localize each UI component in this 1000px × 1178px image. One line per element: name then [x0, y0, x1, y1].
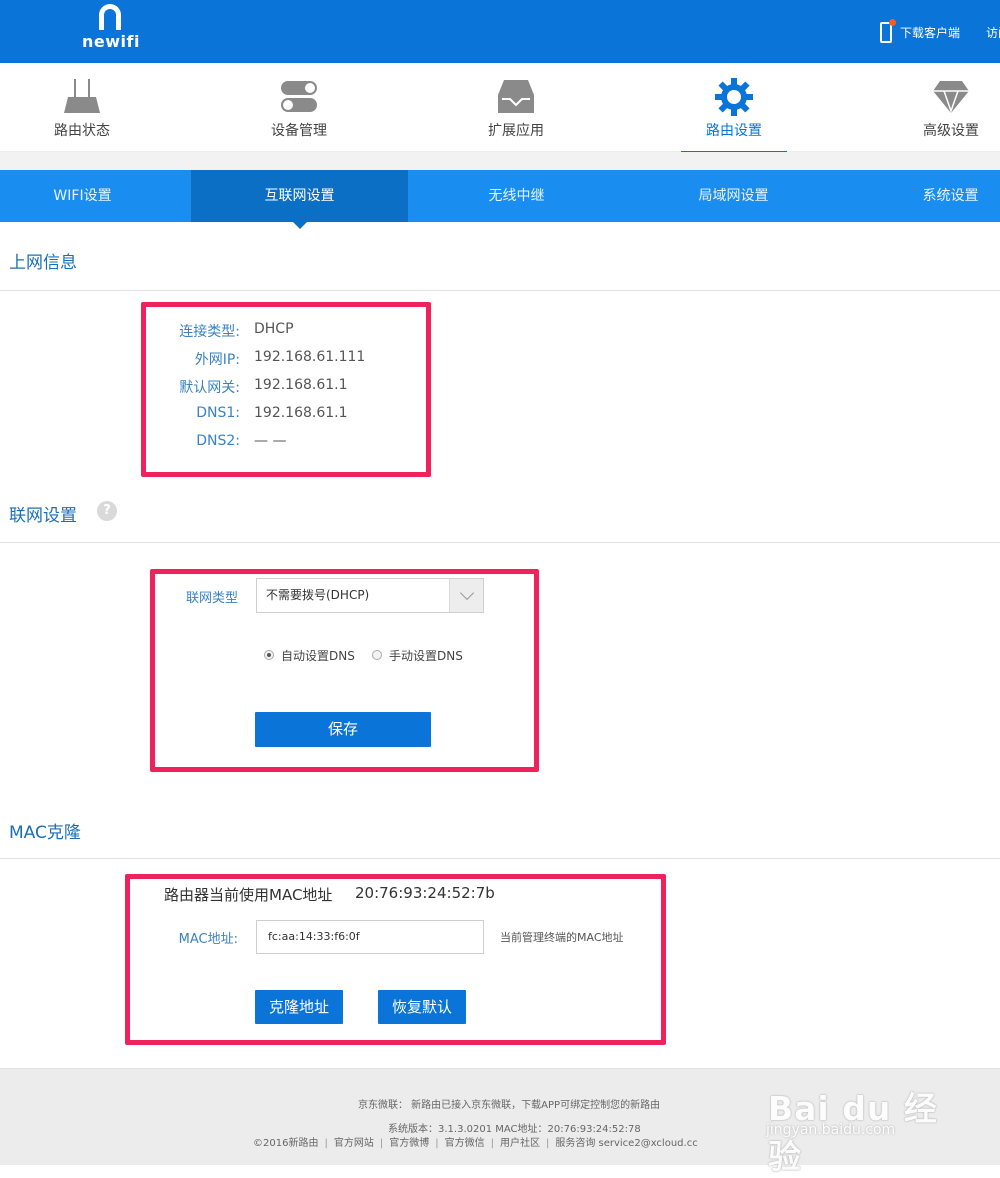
network-type-select[interactable]: 不需要拨号(DHCP) [256, 578, 484, 613]
diamond-icon [891, 77, 1000, 117]
mac-address-input[interactable]: fc:aa:14:33:f6:0f [256, 920, 484, 954]
gear-icon [674, 77, 794, 117]
save-button[interactable]: 保存 [255, 712, 431, 747]
dns-manual-radio[interactable]: 手动设置DNS [372, 647, 463, 663]
nav-label: 路由设置 [706, 123, 762, 139]
dns-auto-radio[interactable]: 自动设置DNS [264, 647, 355, 663]
phone-icon[interactable] [879, 18, 896, 43]
info-value-connection-type: DHCP [254, 321, 294, 337]
nav-advanced-settings[interactable]: 高级设置 [891, 63, 1000, 152]
restore-default-button[interactable]: 恢复默认 [378, 990, 466, 1024]
dns-manual-label: 手动设置DNS [389, 648, 463, 663]
dns-auto-label: 自动设置DNS [281, 648, 355, 663]
info-row: 默认网关: [140, 377, 240, 397]
nav-extensions[interactable]: 扩展应用 [456, 63, 576, 152]
footer-system-info: 系统版本：3.1.3.0201 MAC地址：20:76:93:24:52:78 [388, 1124, 641, 1135]
section-divider [0, 290, 1000, 291]
section-divider [0, 858, 1000, 859]
nav-device-management[interactable]: 设备管理 [239, 63, 359, 152]
tab-lan-settings[interactable]: 局域网设置 [625, 170, 842, 222]
current-mac-value: 20:76:93:24:52:7b [355, 884, 495, 902]
footer-link-weibo[interactable]: 官方微博 [389, 1138, 429, 1149]
baidu-watermark: Bai du 经验 jingyan.baidu.com [766, 1058, 966, 1176]
info-label: 默认网关: [179, 380, 240, 396]
network-type-label: 联网类型 [185, 591, 238, 606]
network-type-value: 不需要拨号(DHCP) [266, 588, 370, 602]
section-title-mac-clone: MAC克隆 [9, 823, 81, 843]
footer-links: ©2016新路由 | 官方网站 | 官方微博 | 官方微信 | 用户社区 | 服务咨询 servic… [253, 1138, 698, 1149]
router-icon [22, 77, 142, 117]
footer-link-official-site[interactable]: 官方网站 [334, 1138, 374, 1149]
copyright: ©2016新路由 [253, 1138, 319, 1149]
info-row: 外网IP: [140, 349, 240, 369]
info-value-gateway: 192.168.61.1 [254, 377, 348, 393]
footer-link-community[interactable]: 用户社区 [500, 1138, 540, 1149]
footer-jd-notice: 京东微联： 新路由已接入京东微联，下载APP可绑定控制您的新路由 [358, 1100, 661, 1111]
nav-spacer [0, 152, 1000, 170]
info-label: 连接类型: [179, 324, 240, 340]
nav-label: 扩展应用 [488, 123, 544, 139]
main-nav: 路由状态 设备管理 扩展应用 路由设置 高级设置 [0, 63, 1000, 153]
mac-hint: 当前管理终端的MAC地址 [500, 931, 624, 944]
top-bar: newifi 下载客户端 访问 [0, 0, 1000, 63]
clone-address-button[interactable]: 克隆地址 [255, 990, 343, 1024]
info-value-dns1: 192.168.61.1 [254, 405, 348, 421]
info-row: DNS2: [140, 433, 240, 453]
section-title-network-settings: 联网设置 [9, 506, 77, 526]
visit-link[interactable]: 访问 [986, 24, 1000, 41]
nav-label: 设备管理 [271, 123, 327, 139]
nav-router-status[interactable]: 路由状态 [22, 63, 142, 152]
radio-checked-icon[interactable] [264, 650, 274, 660]
current-mac-label: 路由器当前使用MAC地址 [164, 886, 333, 904]
mac-address-label: MAC地址: [178, 932, 238, 947]
nav-router-settings[interactable]: 路由设置 [674, 63, 794, 153]
logo-mark-icon [99, 4, 121, 30]
help-icon[interactable]: ? [97, 501, 117, 521]
sub-nav: WIFI设置 互联网设置 无线中继 局域网设置 系统设置 [0, 170, 1000, 229]
newifi-logo[interactable]: newifi [82, 4, 140, 56]
toggle-icon [239, 77, 359, 117]
info-label: DNS1: [196, 405, 240, 421]
footer-link-wechat[interactable]: 官方微信 [445, 1138, 485, 1149]
info-label: DNS2: [196, 433, 240, 449]
notification-dot [888, 18, 896, 26]
chevron-down-icon[interactable] [449, 579, 483, 612]
info-row: DNS1: [140, 405, 240, 425]
extension-tray-icon [456, 77, 576, 117]
download-client-link[interactable]: 下载客户端 [900, 24, 960, 41]
info-label: 外网IP: [194, 352, 240, 368]
tab-system-settings[interactable]: 系统设置 [842, 170, 1000, 222]
footer-link-support[interactable]: 服务咨询 service2@xcloud.cc [555, 1138, 697, 1149]
info-value-dns2: — — [254, 433, 287, 449]
tab-wireless-repeater[interactable]: 无线中继 [408, 170, 625, 222]
logo-text: newifi [82, 32, 140, 51]
nav-label: 路由状态 [54, 123, 110, 139]
section-title-internet-info: 上网信息 [9, 253, 77, 273]
radio-unchecked-icon[interactable] [372, 650, 382, 660]
section-divider [0, 542, 1000, 543]
info-row: 连接类型: [140, 321, 240, 341]
watermark-sub: jingyan.baidu.com [766, 1122, 896, 1138]
nav-label: 高级设置 [923, 123, 979, 139]
tab-wifi-settings[interactable]: WIFI设置 [0, 170, 165, 222]
info-value-wan-ip: 192.168.61.111 [254, 349, 366, 365]
tab-internet-settings[interactable]: 互联网设置 [191, 170, 408, 229]
